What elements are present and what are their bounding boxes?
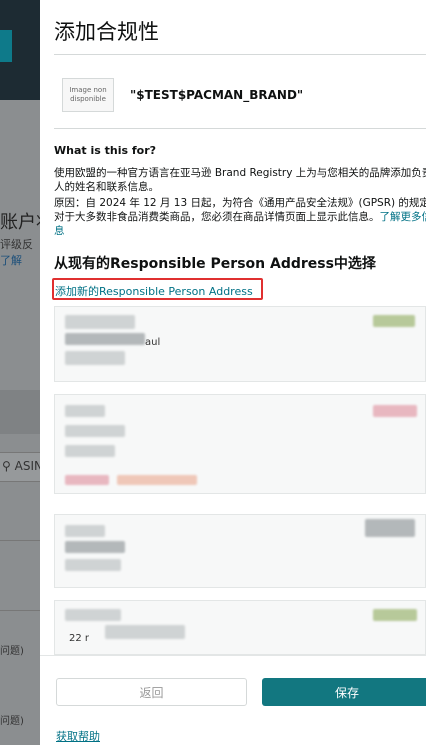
modal-footer: 返回 保存 获取帮助	[40, 655, 426, 745]
back-button[interactable]: 返回	[56, 678, 247, 706]
info-line: 息	[54, 224, 426, 238]
blurred-text	[65, 333, 145, 345]
background-search-label: ASIN	[14, 459, 43, 473]
blurred-badge	[373, 315, 415, 327]
search-icon: ⚲	[2, 459, 11, 473]
info-line: 对于大多数非食品消费类商品，您必须在商品详情页面上显示此信息。了解更多信	[54, 210, 426, 224]
blurred-text	[65, 351, 125, 365]
blurred-text	[65, 445, 115, 457]
blurred-text	[117, 475, 197, 485]
address-card[interactable]	[54, 514, 426, 588]
blurred-text	[65, 559, 121, 571]
address-card[interactable]	[54, 394, 426, 494]
brand-name: "$TEST$PACMAN_BRAND"	[130, 88, 304, 102]
background-subtitle: 评级反	[0, 238, 33, 251]
blurred-text	[65, 541, 125, 553]
learn-more-link-cont[interactable]: 息	[54, 225, 65, 237]
blurred-badge	[373, 405, 417, 417]
background-learn-link: 了解	[0, 254, 22, 267]
address-card-text: aul	[145, 337, 161, 348]
background-divider	[0, 540, 40, 541]
blurred-text	[105, 625, 185, 639]
blurred-text	[65, 405, 105, 417]
learn-more-link[interactable]: 了解更多信	[380, 211, 426, 223]
add-responsible-person-link[interactable]: 添加新的Responsible Person Address	[55, 283, 253, 299]
background-link-line: 了解	[0, 252, 22, 268]
compliance-modal: 添加合规性 Image non disponible "$TEST$PACMAN_…	[40, 0, 426, 745]
brand-image-placeholder: Image non disponible	[62, 78, 114, 112]
info-heading: What is this for?	[54, 144, 157, 157]
info-line: 人的姓名和联系信息。	[54, 181, 159, 193]
background-band	[0, 390, 40, 434]
background-button	[0, 30, 12, 62]
blurred-text	[65, 609, 121, 621]
brand-divider	[54, 128, 426, 129]
blurred-text	[65, 315, 135, 329]
title-divider	[54, 54, 426, 55]
get-help-link[interactable]: 获取帮助	[56, 728, 100, 744]
background-search-text: ⚲ ASIN	[2, 459, 43, 473]
blurred-text	[65, 425, 125, 437]
background-divider	[0, 610, 40, 611]
address-card[interactable]: aul	[54, 306, 426, 382]
info-line: 原因：自 2024 年 12 月 13 日起，为符合《通用产品安全法规》(GPS…	[54, 197, 426, 209]
section-title: 从现有的Responsible Person Address中选择	[54, 256, 376, 272]
blurred-badge	[373, 609, 417, 621]
blurred-badge	[365, 519, 415, 537]
save-button[interactable]: 保存	[262, 678, 426, 706]
blurred-text	[65, 475, 109, 485]
background-small-text: 问题)	[0, 646, 24, 657]
background-small-text: 问题)	[0, 716, 24, 727]
info-line: 使用欧盟的一种官方语言在亚马逊 Brand Registry 上为与您相关的品牌…	[54, 167, 426, 179]
address-card[interactable]: 22 r	[54, 600, 426, 655]
modal-title: 添加合规性	[54, 20, 159, 44]
address-card-text: 22 r	[69, 633, 90, 644]
brand-image-text: Image non disponible	[69, 86, 107, 103]
blurred-text	[65, 525, 105, 537]
